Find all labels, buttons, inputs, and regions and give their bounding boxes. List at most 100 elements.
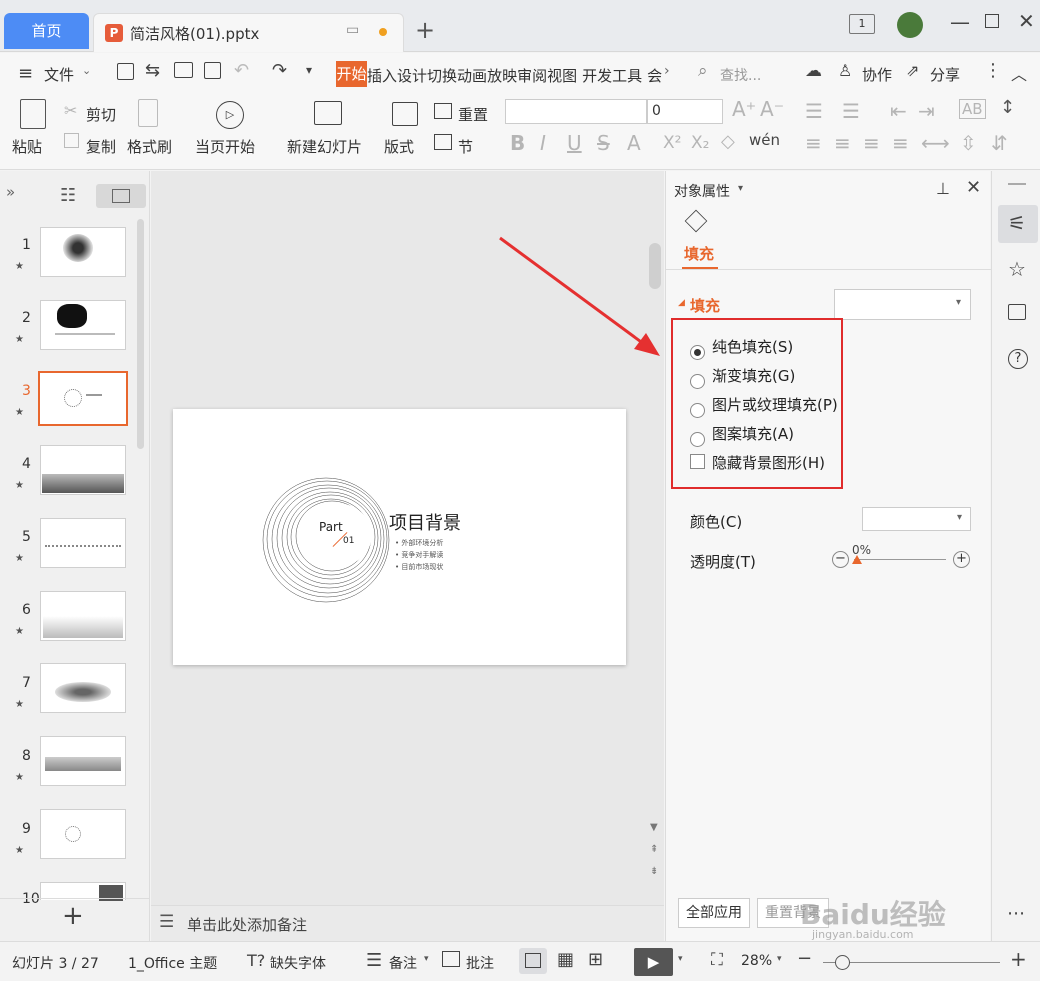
align-left-icon[interactable]: ≡ bbox=[805, 131, 822, 155]
window-count-icon[interactable]: 1 bbox=[849, 14, 875, 34]
paste-button[interactable]: 粘贴 bbox=[12, 136, 42, 157]
shrink-font-icon[interactable]: A⁻ bbox=[760, 97, 784, 121]
collapse-section-icon[interactable]: ◢ bbox=[678, 298, 685, 308]
font-size-select[interactable]: 0 bbox=[647, 99, 723, 124]
tab-slideshow[interactable]: 放映 bbox=[487, 65, 517, 86]
monitor-icon[interactable]: ▭ bbox=[346, 22, 359, 38]
font-color-icon[interactable]: A bbox=[627, 131, 641, 155]
align-right-icon[interactable]: ≡ bbox=[863, 131, 880, 155]
drag-handle[interactable] bbox=[1008, 183, 1026, 185]
reset-button[interactable]: 重置 bbox=[458, 104, 488, 125]
section-button[interactable]: 节 bbox=[458, 136, 473, 157]
redo-icon[interactable]: ↷ bbox=[272, 60, 287, 81]
text-box-icon[interactable]: AB bbox=[959, 99, 986, 119]
prev-slide-icon[interactable]: ⇞ bbox=[650, 844, 658, 855]
distribute-icon[interactable]: ⟷ bbox=[921, 131, 950, 155]
notes-toggle-button[interactable]: 备注 bbox=[389, 953, 417, 973]
minimize-icon[interactable]: — bbox=[950, 10, 970, 34]
notes-bar[interactable]: ☰ 单击此处添加备注 bbox=[151, 905, 664, 941]
tab-document[interactable]: P 简洁风格(01).pptx ▭ bbox=[93, 13, 404, 52]
increase-icon[interactable]: + bbox=[953, 551, 970, 568]
properties-toggle-button[interactable]: ⚟ bbox=[998, 205, 1038, 243]
slide-thumbnail[interactable] bbox=[40, 591, 126, 641]
slide-thumbnail-active[interactable] bbox=[38, 371, 128, 426]
fit-window-icon[interactable]: ⛶ bbox=[711, 950, 723, 970]
slide-thumbnail[interactable] bbox=[40, 518, 126, 568]
zoom-level[interactable]: 28% bbox=[741, 953, 772, 969]
tab-view[interactable]: 视图 bbox=[547, 65, 577, 86]
close-pane-icon[interactable]: ✕ bbox=[966, 177, 981, 198]
font-family-select[interactable] bbox=[505, 99, 647, 124]
next-slide-icon[interactable]: ⇟ bbox=[650, 866, 658, 877]
tab-design[interactable]: 设计 bbox=[397, 65, 427, 86]
fill-bucket-icon[interactable] bbox=[684, 209, 708, 233]
add-slide-icon[interactable]: + bbox=[62, 901, 84, 931]
play-from-current-button[interactable]: 当页开始 bbox=[195, 136, 255, 157]
format-painter-button[interactable]: 格式刷 bbox=[127, 136, 172, 157]
tab-review[interactable]: 审阅 bbox=[517, 65, 547, 86]
close-window-icon[interactable]: ✕ bbox=[1018, 9, 1035, 33]
strikethrough-icon[interactable]: S bbox=[597, 131, 610, 155]
fill-section-label[interactable]: 填充 bbox=[690, 295, 720, 316]
tab-start[interactable]: 开始 bbox=[336, 61, 367, 87]
print-icon[interactable] bbox=[174, 62, 193, 78]
decrease-icon[interactable]: − bbox=[832, 551, 849, 568]
underline-icon[interactable]: U bbox=[567, 131, 582, 155]
outline-view-icon[interactable]: ☷ bbox=[60, 185, 76, 206]
play-slideshow-button[interactable]: ▶ bbox=[634, 948, 673, 976]
avatar[interactable] bbox=[897, 12, 923, 38]
paragraph-spacing-icon[interactable]: ⇳ bbox=[960, 131, 977, 155]
paste-icon[interactable] bbox=[20, 99, 46, 129]
superscript-icon[interactable]: X² bbox=[663, 133, 681, 153]
hamburger-icon[interactable]: ≡ bbox=[18, 63, 33, 84]
numbering-icon[interactable]: ☰ bbox=[842, 99, 860, 123]
text-direction-icon[interactable]: ⇵ bbox=[991, 131, 1008, 155]
zoom-slider-handle[interactable] bbox=[835, 955, 850, 970]
star-icon[interactable]: ☆ bbox=[1008, 257, 1026, 281]
search-input[interactable]: 查找... bbox=[720, 65, 761, 85]
zoom-in-icon[interactable]: + bbox=[1010, 947, 1027, 971]
chevron-down-icon[interactable]: ▾ bbox=[678, 954, 683, 964]
slide-thumbnail[interactable] bbox=[40, 809, 126, 859]
justify-icon[interactable]: ≡ bbox=[892, 131, 909, 155]
italic-icon[interactable]: I bbox=[540, 131, 546, 155]
reading-view-icon[interactable]: ⊞ bbox=[588, 949, 603, 970]
grow-font-icon[interactable]: A⁺ bbox=[732, 97, 756, 121]
slide-thumbnail[interactable] bbox=[40, 663, 126, 713]
indent-icon[interactable]: ⇥ bbox=[918, 99, 935, 123]
apply-all-button[interactable]: 全部应用 bbox=[678, 898, 750, 928]
line-spacing-icon[interactable]: ↕ bbox=[1000, 97, 1015, 118]
new-tab-icon[interactable]: + bbox=[415, 16, 435, 44]
chevron-right-icon[interactable]: › bbox=[664, 63, 670, 79]
comments-button[interactable]: 批注 bbox=[466, 953, 494, 973]
outdent-icon[interactable]: ⇤ bbox=[890, 99, 907, 123]
pin-icon[interactable]: ⊥ bbox=[936, 179, 950, 198]
tab-fill[interactable]: 填充 bbox=[684, 243, 714, 264]
subscript-icon[interactable]: X₂ bbox=[691, 133, 709, 153]
play-icon[interactable]: ▷ bbox=[216, 101, 244, 129]
slide[interactable]: Part 01 项目背景 • 外部环境分析 • 竞争对手解读 • 目前市场现状 bbox=[173, 409, 626, 665]
canvas-scrollbar[interactable] bbox=[649, 243, 661, 289]
chevron-down-icon[interactable]: ▾ bbox=[738, 183, 743, 194]
expand-pane-icon[interactable]: » bbox=[6, 183, 15, 201]
layout-button[interactable]: 版式 bbox=[384, 136, 414, 157]
normal-view-button[interactable] bbox=[519, 948, 547, 974]
layout-icon[interactable] bbox=[392, 102, 418, 126]
copy-button[interactable]: 复制 bbox=[86, 136, 116, 157]
chevron-down-icon[interactable]: ⌄ bbox=[82, 64, 91, 77]
chevron-down-icon[interactable]: ▾ bbox=[777, 954, 782, 964]
chevron-down-icon[interactable]: ▾ bbox=[424, 954, 429, 964]
cut-button[interactable]: 剪切 bbox=[86, 104, 116, 125]
slider-handle[interactable] bbox=[852, 555, 862, 564]
new-slide-button[interactable]: 新建幻灯片 bbox=[287, 136, 362, 157]
export-icon[interactable]: ⇆ bbox=[145, 60, 160, 81]
slide-thumbnail[interactable] bbox=[40, 736, 126, 786]
maximize-icon[interactable] bbox=[985, 14, 999, 28]
color-select[interactable]: ▾ bbox=[862, 507, 971, 531]
more-options-icon[interactable]: ⋯ bbox=[1007, 903, 1025, 924]
more-quick-icon[interactable]: ▾ bbox=[306, 63, 312, 77]
slide-thumbnail[interactable] bbox=[40, 445, 126, 495]
transparency-slider[interactable] bbox=[854, 559, 946, 560]
grid-view-icon[interactable]: ▦ bbox=[557, 949, 574, 970]
undo-icon[interactable]: ↶ bbox=[234, 60, 249, 81]
